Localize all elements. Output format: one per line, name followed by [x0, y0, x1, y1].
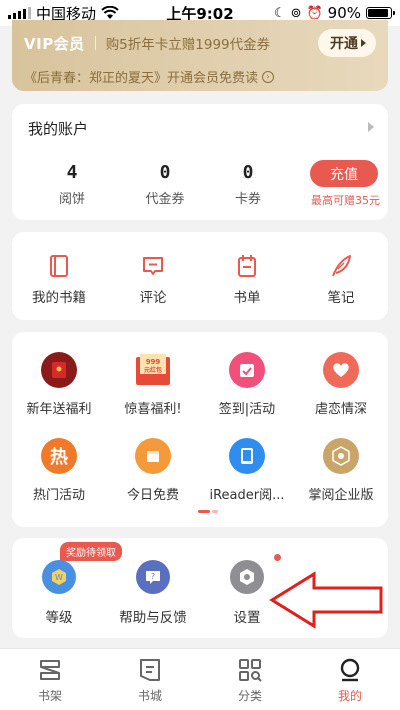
tab-mine[interactable]: 我的	[300, 649, 400, 710]
help-icon: ?	[136, 560, 170, 594]
feather-icon	[332, 255, 351, 277]
grid-label: 惊喜福利!	[124, 402, 182, 417]
hot-icon: 热	[41, 438, 77, 474]
grid-item-hot-events[interactable]: 热 热门活动	[12, 438, 106, 503]
shortcut-label: 书单	[233, 290, 261, 306]
level-icon: W	[42, 560, 76, 594]
svg-text:元红包: 元红包	[144, 366, 162, 374]
tab-label: 书架	[37, 689, 62, 703]
vip-open-label: 开通	[330, 36, 358, 52]
grid-label: 今日免费	[126, 488, 179, 503]
tab-category[interactable]: 分类	[200, 649, 300, 710]
svg-text:W: W	[55, 573, 63, 582]
vip-banner[interactable]: VIP会员 购5折年卡立赠1999代金券 开通 《后青春：郑正的夏天》开通会员免…	[12, 20, 388, 91]
enterprise-icon	[323, 438, 359, 474]
feature-grid: 新年送福利 999 元红包 惊喜福利! 签到|活动 虐恋情深 热 热门活动 今日…	[12, 332, 388, 527]
grid-item-new-year-benefits[interactable]: 新年送福利	[12, 352, 106, 417]
reward-badge: 奖励待领取	[60, 542, 122, 561]
tool-label: 等级	[45, 610, 73, 626]
svg-text:999: 999	[146, 358, 161, 366]
shortcut-comments[interactable]: 评论	[106, 232, 200, 320]
divider	[94, 36, 96, 50]
coupon-icon: 999 元红包	[135, 352, 171, 388]
shortcut-notes[interactable]: 笔记	[294, 232, 388, 320]
shortcut-label: 评论	[139, 290, 167, 306]
book-icon	[50, 255, 68, 277]
tab-label: 分类	[237, 689, 262, 703]
annotation-arrow-icon	[269, 571, 383, 629]
account-card: 我的账户 4 阅饼 0 代金券 0 卡券 充值 最高可赠35元	[12, 104, 388, 220]
tool-help-feedback[interactable]: ? 帮助与反馈	[106, 560, 200, 626]
page-indicator	[198, 510, 218, 513]
recharge-button[interactable]: 充值	[310, 160, 378, 187]
moon-icon: ☾	[273, 5, 286, 21]
bottom-tab-bar: 书架 书城 分类 我的	[0, 648, 400, 710]
shortcut-label: 我的书籍	[32, 290, 86, 306]
grid-item-ireader[interactable]: iReader阅...	[200, 438, 294, 503]
grid-item-checkin[interactable]: 签到|活动	[200, 352, 294, 417]
tab-bookstore[interactable]: 书城	[100, 649, 200, 710]
account-label: 卡券	[234, 192, 261, 207]
bookstore-icon	[140, 659, 160, 681]
account-title[interactable]: 我的账户	[28, 118, 88, 139]
shortcut-label: 笔记	[327, 290, 355, 306]
account-value: 0	[242, 162, 254, 183]
grid-label: 新年送福利	[26, 402, 92, 417]
tool-level[interactable]: W 等级	[12, 560, 106, 626]
shortcut-booklist[interactable]: 书单	[200, 232, 294, 320]
account-item-card-coupon[interactable]: 0 卡券	[208, 162, 288, 207]
account-item-yuebing[interactable]: 4 阅饼	[32, 162, 112, 207]
category-icon	[239, 659, 262, 682]
circle-arrow-icon: ›	[262, 70, 275, 83]
grid-item-enterprise[interactable]: 掌阅企业版	[294, 438, 388, 503]
gift-icon	[135, 438, 171, 474]
account-item-voucher[interactable]: 0 代金券	[125, 162, 205, 207]
red-envelope-icon	[41, 352, 77, 388]
grid-label: iReader阅...	[209, 488, 285, 503]
profile-icon	[340, 658, 360, 682]
shortcut-my-books[interactable]: 我的书籍	[12, 232, 106, 320]
signal-icon	[8, 7, 31, 19]
grid-label: 掌阅企业版	[308, 488, 374, 503]
tab-label: 我的	[337, 689, 362, 703]
grid-item-romance[interactable]: 虐恋情深	[294, 352, 388, 417]
tool-label: 设置	[233, 610, 261, 626]
grid-label: 虐恋情深	[314, 402, 367, 417]
vip-offer-text: 购5折年卡立赠1999代金券	[105, 37, 271, 53]
account-label: 阅饼	[58, 192, 85, 207]
account-value: 0	[159, 162, 171, 183]
svg-text:?: ?	[151, 572, 155, 581]
account-label: 代金券	[145, 192, 185, 207]
play-arrow-icon	[361, 39, 366, 47]
booklist-icon	[238, 255, 256, 277]
heart-icon	[323, 352, 359, 388]
alarm-icon: ⏰	[306, 5, 323, 21]
tablet-icon	[229, 438, 265, 474]
grid-label: 热门活动	[32, 488, 85, 503]
library-shortcuts: 我的书籍 评论 书单 笔记	[12, 232, 388, 320]
calendar-check-icon	[229, 352, 265, 388]
vip-label: VIP会员	[24, 34, 85, 53]
settings-icon	[230, 560, 264, 594]
grid-item-free-today[interactable]: 今日免费	[106, 438, 200, 503]
battery-icon	[366, 7, 395, 19]
account-value: 4	[66, 162, 78, 183]
tab-label: 书城	[137, 689, 162, 703]
bookshelf-icon	[40, 660, 60, 680]
chevron-right-icon[interactable]	[368, 122, 374, 132]
wifi-icon	[101, 6, 119, 19]
notification-dot	[274, 554, 281, 561]
vip-open-button[interactable]: 开通	[318, 29, 376, 57]
tab-bookshelf[interactable]: 书架	[0, 649, 100, 710]
grid-label: 签到|活动	[218, 402, 276, 417]
comment-icon	[143, 257, 163, 275]
vip-book-promo-text: 《后青春：郑正的夏天》开通会员免费读	[24, 71, 259, 86]
recharge-note: 最高可赠35元	[311, 194, 380, 207]
vip-book-promo[interactable]: 《后青春：郑正的夏天》开通会员免费读 ›	[24, 67, 376, 86]
lock-rotation-icon: ⊚	[290, 5, 302, 21]
grid-item-surprise-benefits[interactable]: 999 元红包 惊喜福利!	[106, 352, 200, 417]
tool-label: 帮助与反馈	[119, 610, 187, 626]
